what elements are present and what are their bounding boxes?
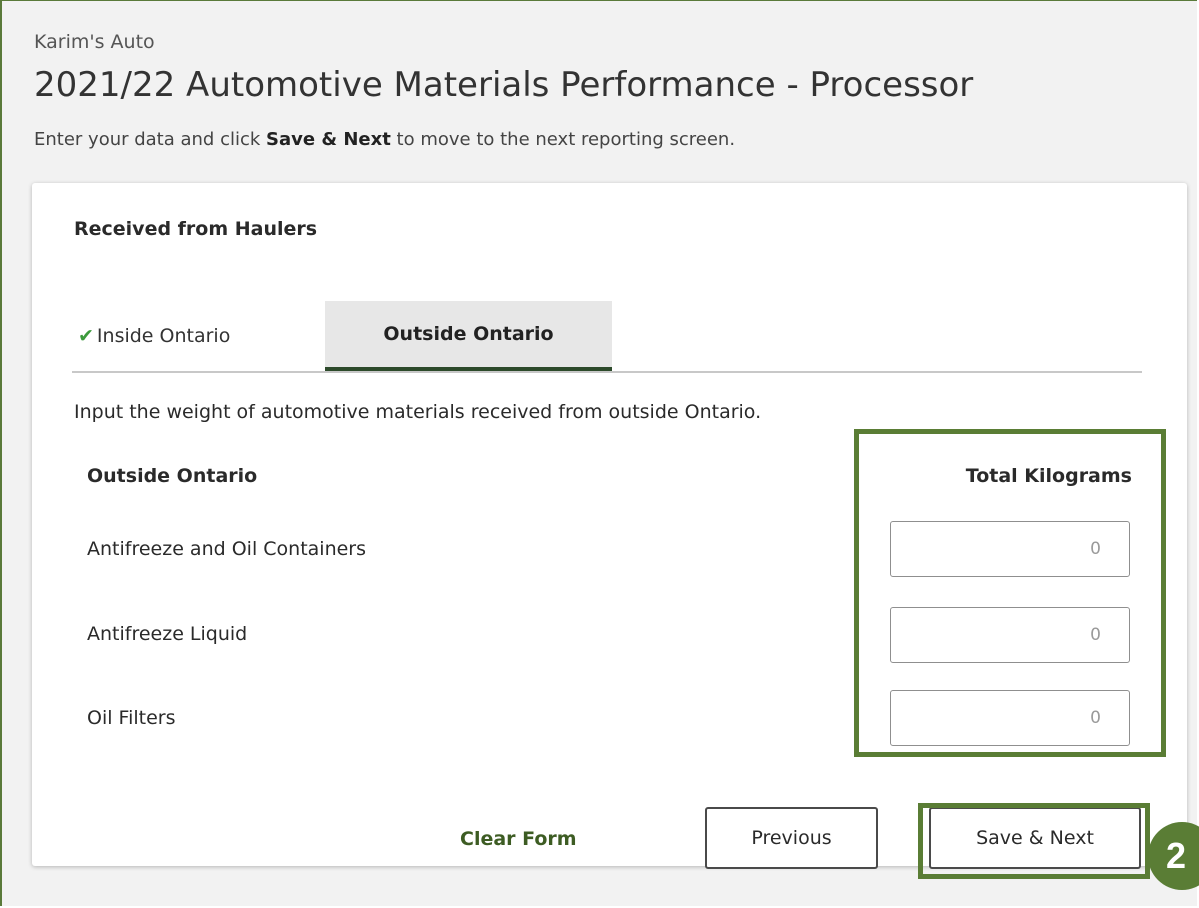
row-label-antifreeze-liquid: Antifreeze Liquid — [87, 623, 248, 645]
clear-form-link[interactable]: Clear Form — [460, 828, 577, 850]
instructions-bold: Save & Next — [266, 129, 391, 150]
section-title: Received from Haulers — [74, 218, 318, 240]
row-label-oil-filters: Oil Filters — [87, 707, 176, 729]
tab-inside-label: Inside Ontario — [96, 325, 231, 347]
containers-kg-input[interactable] — [890, 521, 1130, 577]
tab-outside-ontario[interactable]: Outside Ontario — [325, 301, 612, 371]
tab-bar: ✔ Inside Ontario Outside Ontario — [72, 301, 1142, 373]
oil-filters-kg-input[interactable] — [890, 690, 1130, 746]
page-title: 2021/22 Automotive Materials Performance… — [34, 65, 974, 105]
instructions-text: Enter your data and click Save & Next to… — [34, 129, 735, 150]
column-header-kilograms: Total Kilograms — [965, 465, 1132, 487]
company-name: Karim's Auto — [34, 31, 155, 53]
previous-button[interactable]: Previous — [705, 807, 878, 869]
column-header-category: Outside Ontario — [87, 465, 258, 487]
instructions-after: to move to the next reporting screen. — [390, 129, 736, 150]
tab-outside-label: Outside Ontario — [383, 323, 554, 345]
form-description: Input the weight of automotive materials… — [74, 401, 762, 423]
page-frame: Karim's Auto 2021/22 Automotive Material… — [0, 0, 1197, 906]
tab-inside-ontario[interactable]: ✔ Inside Ontario — [72, 301, 324, 371]
antifreeze-liquid-kg-input[interactable] — [890, 607, 1130, 663]
row-label-containers: Antifreeze and Oil Containers — [87, 538, 367, 560]
instructions-before: Enter your data and click — [34, 129, 267, 150]
form-card: Received from Haulers ✔ Inside Ontario O… — [32, 183, 1187, 879]
check-icon: ✔ — [78, 325, 94, 347]
save-next-button[interactable]: Save & Next — [929, 807, 1141, 869]
